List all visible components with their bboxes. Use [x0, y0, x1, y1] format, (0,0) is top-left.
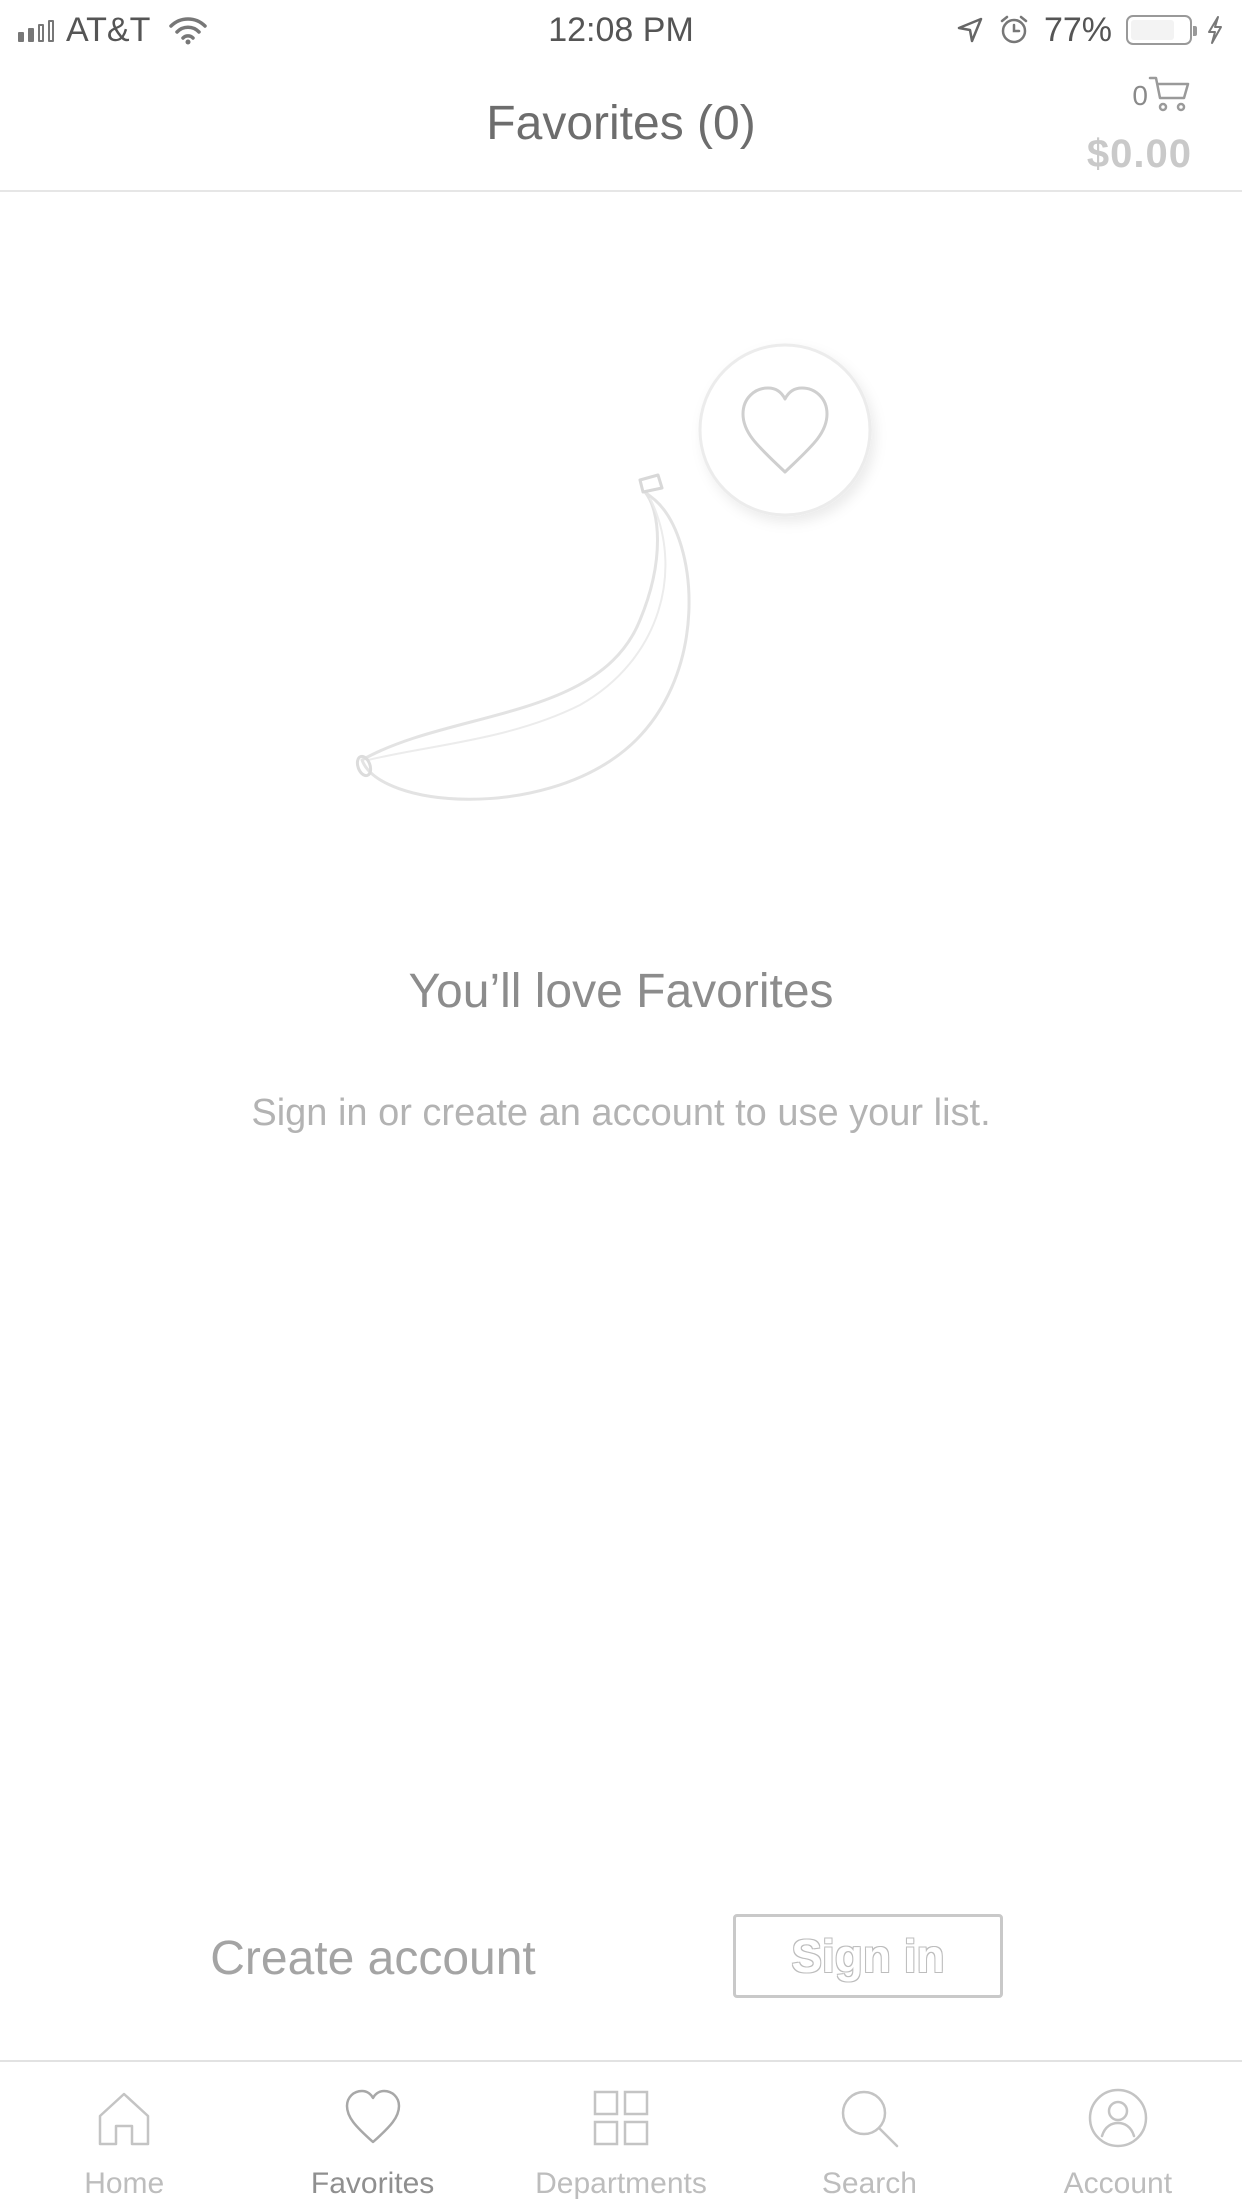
tab-search[interactable]: Search [745, 2062, 993, 2210]
tab-label: Home [84, 2167, 165, 2200]
search-icon [842, 2090, 899, 2148]
banana-icon [355, 473, 691, 801]
tab-home[interactable]: Home [0, 2062, 248, 2210]
cart-button[interactable]: 0 $0.00 [1052, 74, 1192, 176]
tab-label: Search [821, 2167, 917, 2200]
grid-icon [593, 2090, 649, 2146]
heart-icon [698, 343, 872, 517]
empty-state-illustration [355, 343, 872, 801]
status-bar: AT&T 12:08 PM 77% [0, 0, 1242, 60]
charging-bolt-icon [1208, 16, 1222, 44]
tab-favorites[interactable]: Favorites [248, 2062, 496, 2210]
create-account-button[interactable]: Create account [168, 1924, 578, 1994]
tab-departments[interactable]: Departments [497, 2062, 745, 2210]
nav-bar: Favorites (0) 0 $0.00 [0, 60, 1242, 192]
location-arrow-icon [957, 17, 983, 43]
tab-label: Account [1063, 2167, 1173, 2200]
tab-label: Favorites [310, 2167, 435, 2200]
sign-in-button[interactable]: Sign in [733, 1914, 1003, 1998]
tab-bar: Home Favorites Departments Search Accoun… [0, 2060, 1242, 2210]
status-right: 77% [956, 8, 1224, 52]
account-icon [1088, 2088, 1148, 2148]
alarm-icon [1000, 15, 1028, 44]
empty-state-subtitle: Sign in or create an account to use your… [251, 1092, 991, 1134]
battery-fill [1131, 20, 1175, 40]
tab-account[interactable]: Account [994, 2062, 1242, 2210]
tab-label: Departments [535, 2167, 707, 2200]
cart-icon [1148, 76, 1190, 112]
cart-count: 0 [1132, 80, 1148, 111]
heart-icon [345, 2089, 400, 2144]
home-icon [98, 2092, 150, 2146]
battery-icon [1126, 15, 1197, 45]
cart-total: $0.00 [1086, 132, 1192, 176]
battery-percent: 77% [1043, 10, 1112, 49]
empty-state-title: You’ll love Favorites [408, 965, 834, 1018]
